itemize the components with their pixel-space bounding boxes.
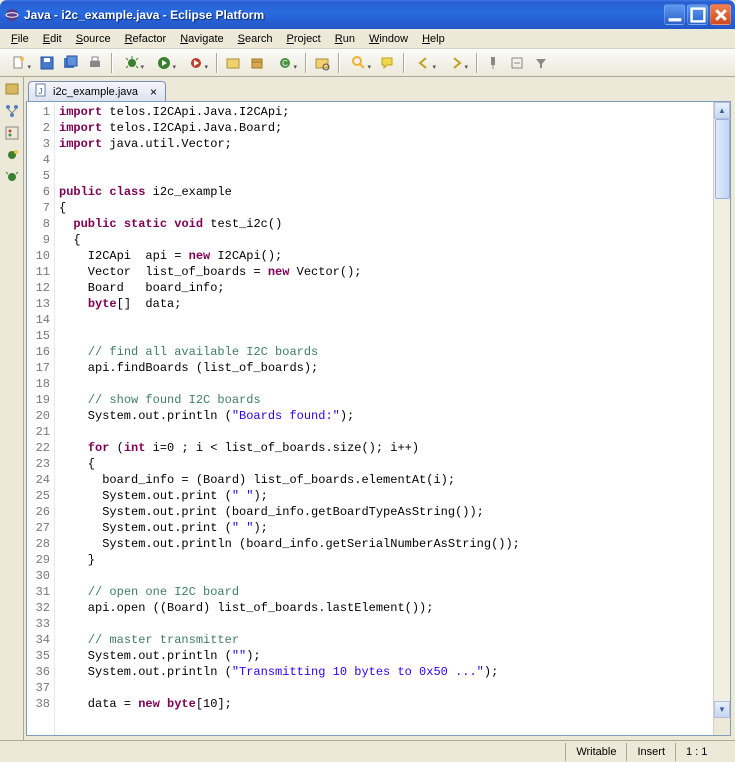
external-tools-button[interactable] [181, 52, 211, 74]
status-insert: Insert [626, 743, 675, 761]
svg-text:C: C [282, 59, 288, 68]
scroll-corner [714, 718, 730, 735]
vertical-scrollbar[interactable]: ▲ ▼ [713, 102, 730, 735]
new-class-button[interactable]: C [270, 52, 300, 74]
run-view-icon[interactable] [4, 147, 20, 163]
java-file-icon: J [33, 82, 49, 101]
collapse-button[interactable] [506, 52, 528, 74]
outline-icon[interactable] [4, 125, 20, 141]
titlebar: Java - i2c_example.java - Eclipse Platfo… [0, 0, 735, 29]
left-toolbar [0, 77, 24, 740]
tab-label: i2c_example.java [53, 86, 138, 98]
new-button[interactable] [4, 52, 34, 74]
package-explorer-icon[interactable] [4, 81, 20, 97]
nav-forward-button[interactable] [441, 52, 471, 74]
nav-back-button[interactable] [409, 52, 439, 74]
scroll-thumb[interactable] [715, 119, 730, 199]
main-area: J i2c_example.java × 1234567891011121314… [0, 77, 735, 740]
tab-bar: J i2c_example.java × [26, 79, 731, 101]
hierarchy-icon[interactable] [4, 103, 20, 119]
debug-button[interactable] [117, 52, 147, 74]
maximize-button[interactable] [687, 4, 708, 25]
debug-view-icon[interactable] [4, 169, 20, 185]
editor-area: J i2c_example.java × 1234567891011121314… [24, 77, 735, 740]
annotation-button[interactable] [376, 52, 398, 74]
scroll-down-icon[interactable]: ▼ [714, 701, 730, 718]
run-button[interactable] [149, 52, 179, 74]
search-button[interactable] [344, 52, 374, 74]
eclipse-icon [4, 7, 20, 23]
menu-edit[interactable]: Edit [36, 31, 69, 47]
svg-text:J: J [39, 87, 43, 96]
menu-run[interactable]: Run [328, 31, 362, 47]
minimize-button[interactable] [664, 4, 685, 25]
tab-close-icon[interactable]: × [148, 85, 159, 99]
menu-search[interactable]: Search [231, 31, 280, 47]
menu-navigate[interactable]: Navigate [173, 31, 230, 47]
filter-button[interactable] [530, 52, 552, 74]
status-writable: Writable [565, 743, 626, 761]
line-gutter: 1234567891011121314151617181920212223242… [27, 102, 55, 735]
window-title: Java - i2c_example.java - Eclipse Platfo… [24, 8, 664, 22]
menu-project[interactable]: Project [280, 31, 328, 47]
status-cursor-pos: 1 : 1 [675, 743, 735, 761]
menu-window[interactable]: Window [362, 31, 415, 47]
save-button[interactable] [36, 52, 58, 74]
menu-source[interactable]: Source [69, 31, 118, 47]
statusbar: Writable Insert 1 : 1 [0, 740, 735, 762]
menu-help[interactable]: Help [415, 31, 452, 47]
save-all-button[interactable] [60, 52, 82, 74]
menu-file[interactable]: File [4, 31, 36, 47]
open-type-button[interactable] [311, 52, 333, 74]
new-package-button[interactable] [246, 52, 268, 74]
new-project-button[interactable] [222, 52, 244, 74]
editor-tab[interactable]: J i2c_example.java × [28, 81, 166, 101]
print-button[interactable] [84, 52, 106, 74]
code-content[interactable]: import telos.I2CApi.Java.I2CApi;import t… [55, 102, 713, 735]
pin-button[interactable] [482, 52, 504, 74]
editor[interactable]: 1234567891011121314151617181920212223242… [26, 101, 731, 736]
close-button[interactable] [710, 4, 731, 25]
menubar: FileEditSourceRefactorNavigateSearchProj… [0, 29, 735, 49]
toolbar: C [0, 49, 735, 77]
scroll-up-icon[interactable]: ▲ [714, 102, 730, 119]
menu-refactor[interactable]: Refactor [118, 31, 174, 47]
